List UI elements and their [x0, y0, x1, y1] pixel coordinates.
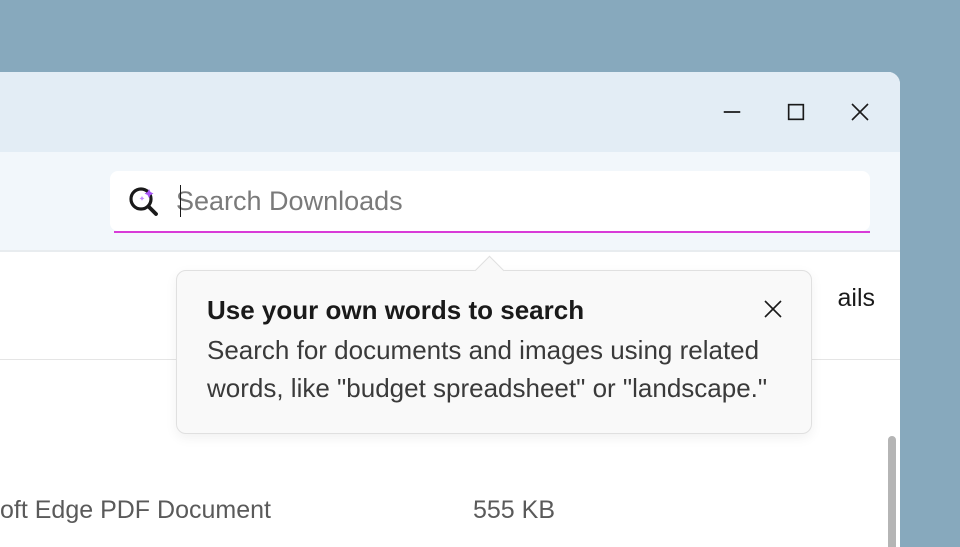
vertical-scrollbar[interactable]	[888, 436, 896, 547]
column-header-details-partial[interactable]: ails	[837, 284, 875, 313]
search-input[interactable]	[176, 186, 854, 217]
toolbar	[0, 152, 900, 252]
callout-close-button[interactable]	[757, 293, 789, 325]
text-caret	[180, 185, 181, 217]
search-container	[110, 171, 870, 231]
callout-body: Search for documents and images using re…	[207, 332, 785, 407]
file-size-cell: 555 KB	[473, 496, 555, 525]
file-type-cell: oft Edge PDF Document	[0, 496, 271, 525]
callout-title: Use your own words to search	[207, 295, 785, 326]
minimize-button[interactable]	[700, 88, 764, 136]
search-sparkle-icon	[126, 183, 162, 219]
close-button[interactable]	[828, 88, 892, 136]
maximize-button[interactable]	[764, 88, 828, 136]
window-titlebar	[0, 72, 900, 152]
search-focus-underline	[114, 231, 870, 233]
search-tip-callout: Use your own words to search Search for …	[176, 270, 812, 434]
search-box[interactable]	[110, 171, 870, 231]
